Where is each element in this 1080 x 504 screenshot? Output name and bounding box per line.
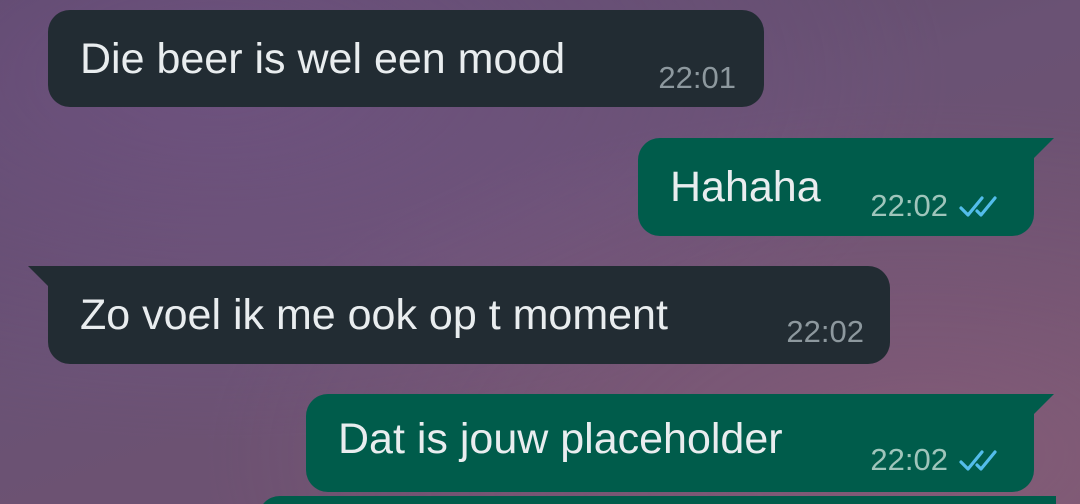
message-meta: 22:01: [658, 60, 736, 96]
message-text: Hahaha: [670, 163, 821, 211]
bubble-tail: [1032, 138, 1054, 160]
outgoing-message-bubble-partial[interactable]: [258, 496, 1056, 504]
double-check-icon: [959, 450, 997, 471]
bubble-tail: [28, 266, 50, 288]
message-text: Dat is jouw placeholder: [338, 415, 783, 463]
message-meta: 22:02: [870, 442, 1004, 478]
message-meta: 22:02: [870, 188, 1004, 224]
bubble-tail: [1032, 394, 1054, 416]
outgoing-message-bubble[interactable]: Hahaha 22:02: [638, 138, 1054, 236]
message-time: 22:02: [786, 314, 864, 349]
chat-view: Die beer is wel een mood 22:01 Hahaha 22…: [0, 0, 1080, 504]
message-text: Die beer is wel een mood: [80, 35, 566, 83]
message-time: 22:01: [658, 60, 736, 95]
double-check-icon: [959, 196, 997, 217]
incoming-message-bubble[interactable]: Zo voel ik me ook op t moment 22:02: [28, 266, 890, 364]
outgoing-message-bubble[interactable]: Dat is jouw placeholder 22:02: [306, 394, 1054, 492]
message-time: 22:02: [870, 442, 948, 477]
message-text: Zo voel ik me ook op t moment: [80, 291, 668, 339]
message-meta: 22:02: [786, 314, 864, 350]
message-time: 22:02: [870, 188, 948, 223]
incoming-message-bubble[interactable]: Die beer is wel een mood 22:01: [48, 10, 764, 107]
